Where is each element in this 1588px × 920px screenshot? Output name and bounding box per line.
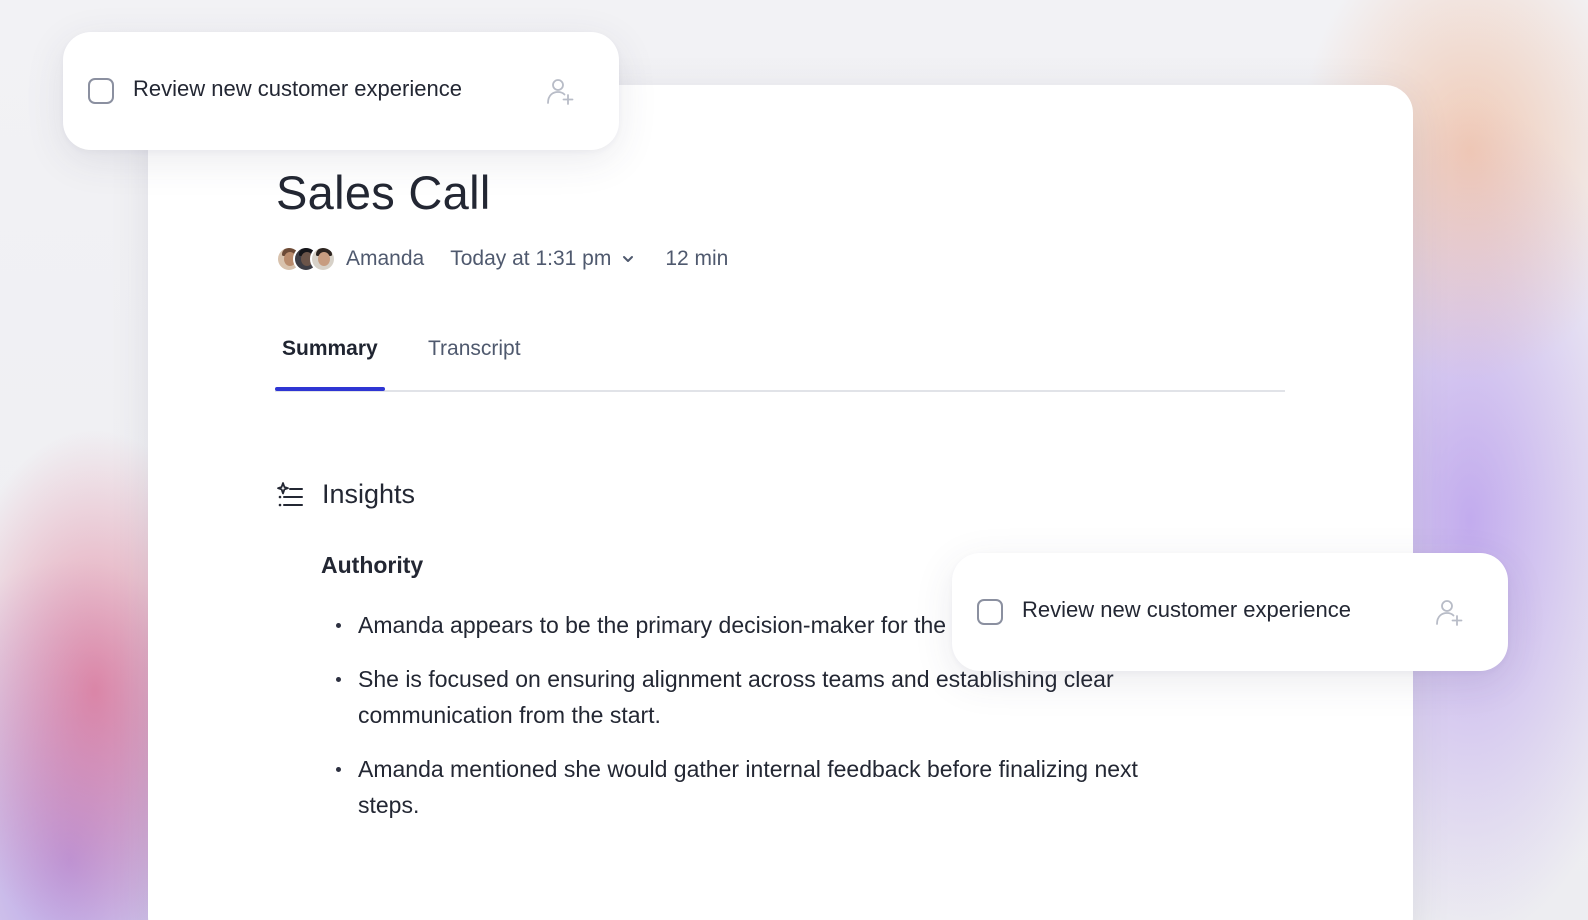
date-dropdown[interactable]: Today at 1:31 pm [450, 247, 635, 271]
task-checkbox[interactable] [88, 78, 114, 104]
meeting-datetime: Today at 1:31 pm [450, 247, 612, 270]
chevron-down-icon [623, 256, 634, 262]
list-item: Amanda mentioned she would gather intern… [334, 751, 1144, 823]
meeting-meta: Amanda Today at 1:31 pm 12 min [276, 243, 728, 275]
avatar [310, 246, 336, 272]
participant-avatars[interactable] [276, 246, 336, 272]
tab-bar: Summary Transcript [275, 321, 1285, 392]
host-name: Amanda [346, 247, 425, 270]
tab-summary[interactable]: Summary [282, 337, 378, 361]
task-label: Review new customer experience [133, 76, 462, 101]
section-title: Authority [321, 552, 424, 578]
list-item: She is focused on ensuring alignment acr… [334, 661, 1144, 733]
sparkle-list-icon [277, 481, 303, 506]
insights-header: Insights [276, 479, 415, 510]
task-label: Review new customer experience [1022, 597, 1351, 622]
tab-transcript[interactable]: Transcript [428, 337, 521, 361]
page-title: Sales Call [276, 166, 491, 219]
meeting-duration: 12 min [665, 247, 729, 270]
task-card: Review new customer experience [952, 553, 1508, 671]
meeting-card: Sales Call Amanda Today at 1:31 pm 12 mi… [148, 85, 1413, 920]
assign-person-icon[interactable] [1434, 597, 1464, 627]
task-checkbox[interactable] [977, 599, 1003, 625]
insights-title: Insights [322, 479, 416, 509]
active-tab-indicator [275, 387, 385, 391]
assign-person-icon[interactable] [545, 76, 575, 106]
task-card: Review new customer experience [63, 32, 619, 150]
